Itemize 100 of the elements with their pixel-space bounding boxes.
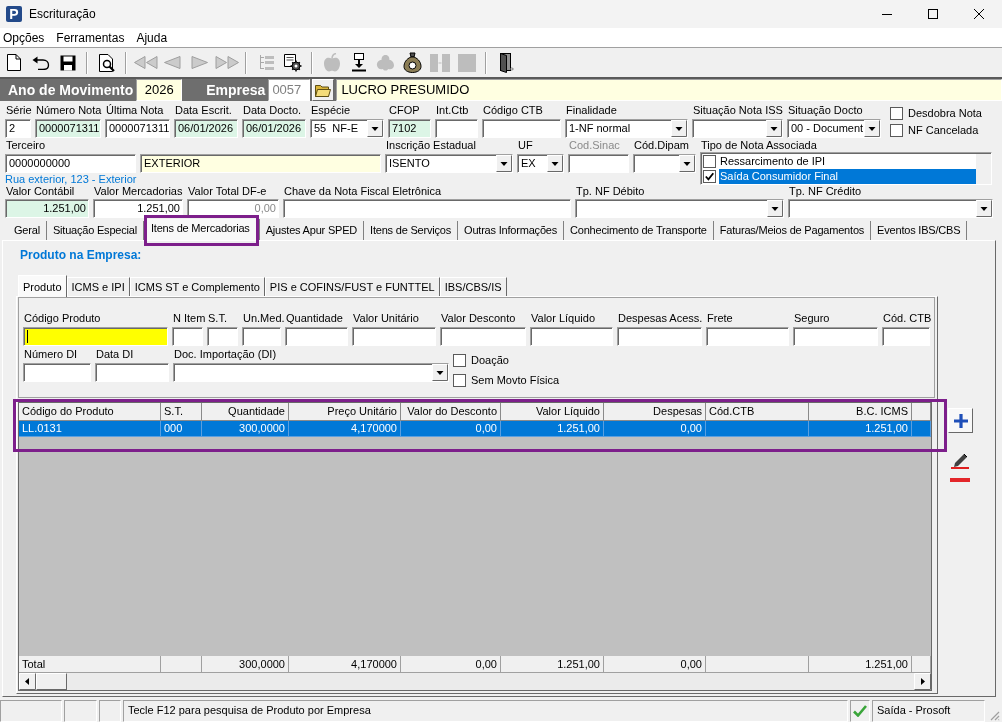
checkbox[interactable] [703,170,716,183]
resize-grip-icon[interactable] [988,709,1000,721]
dropdown[interactable]: EX [517,154,564,173]
exit-door-icon[interactable] [497,52,514,73]
tab[interactable]: Eventos IBS/CBS [871,221,968,240]
money-bag-icon[interactable] [403,52,422,73]
input-field[interactable]: 0000071311 [35,119,101,138]
tab[interactable]: Ajustes Apur SPED [259,221,365,240]
input-field[interactable] [435,119,478,138]
checkbox[interactable] [703,155,716,168]
checkbox-label: Sem Movto Física [471,374,560,387]
tab[interactable]: IBS/CBS/IS [439,277,507,296]
maximize-icon[interactable] [928,9,938,19]
input-field[interactable] [23,327,168,346]
input-field[interactable]: 1.251,00 [93,199,183,218]
caret-icon[interactable] [671,120,687,137]
tab[interactable]: ICMS ST e Complemento [129,277,265,296]
input-field[interactable] [95,363,169,382]
menu-item[interactable]: Ajuda [136,29,168,46]
tab[interactable]: Produto [18,275,67,297]
input-field[interactable] [283,199,571,218]
checkbox-label: NF Cancelada [908,124,979,137]
input-field[interactable]: 06/01/2026 [174,119,238,138]
close-icon[interactable] [974,9,984,19]
input-field[interactable]: EXTERIOR [140,154,381,173]
input-field[interactable] [882,327,930,346]
field-label: Inscrição Estadual [385,139,477,152]
input-field[interactable] [23,363,91,382]
pencil-icon[interactable] [950,451,970,469]
list-item[interactable]: Saída Consumidor Final [719,169,976,184]
input-field[interactable] [568,154,629,173]
input-field[interactable] [482,119,561,138]
save-icon[interactable] [59,54,76,71]
input-field[interactable]: 7102 [388,119,431,138]
input-field[interactable] [530,327,613,346]
tab[interactable]: Faturas/Meios de Pagamentos [713,221,872,240]
table-row[interactable]: LL.0131 000 300,0000 4,170000 0,00 1.251,00 0,00 1.251,00 [19,421,931,437]
input-field[interactable] [617,327,702,346]
input-field[interactable]: LUCRO PRESUMIDO [336,79,1002,101]
dropdown[interactable] [173,363,449,382]
dropdown[interactable]: ISENTO [385,154,513,173]
dropdown[interactable] [575,199,784,218]
table-cell: 300,0000 [202,421,289,437]
input-field[interactable]: 2026 [136,79,183,101]
caret-icon[interactable] [496,155,512,172]
caret-icon[interactable] [679,155,695,172]
input-field[interactable] [242,327,281,346]
input-field[interactable]: 0000000000 [5,154,136,173]
input-field[interactable]: 1.251,00 [5,199,89,218]
tab[interactable]: ICMS e IPI [66,277,130,296]
horizontal-scrollbar[interactable] [19,673,931,690]
caret-icon[interactable] [976,200,992,217]
caret-icon[interactable] [547,155,563,172]
input-field[interactable] [172,327,203,346]
address-text: Rua exterior, 123 - Exterior [5,173,137,185]
checkbox[interactable] [453,374,466,387]
input-field[interactable]: 06/01/2026 [242,119,306,138]
input-field[interactable] [352,327,436,346]
text-cursor-icon [27,330,28,343]
input-field[interactable] [440,327,526,346]
add-button[interactable] [948,408,973,433]
checkbox[interactable] [890,124,903,137]
document-magnifier-icon[interactable] [98,53,115,72]
dropdown[interactable]: 1-NF normal [565,119,688,138]
left-arrow-icon[interactable] [19,673,36,690]
caret-icon[interactable] [766,120,782,137]
tab[interactable]: Geral [8,221,47,240]
undo-icon[interactable] [31,55,50,70]
scrollbar-thumb[interactable] [36,673,67,690]
caret-icon[interactable] [367,120,383,137]
document-icon[interactable] [6,54,21,71]
dropdown[interactable] [788,199,993,218]
input-field[interactable] [285,327,348,346]
tab[interactable]: Outras Informações [458,221,565,240]
download-icon[interactable] [350,53,367,72]
input-field[interactable] [793,327,878,346]
input-field[interactable]: 0000071311 [105,119,170,138]
caret-icon[interactable] [432,364,448,381]
dropdown[interactable] [633,154,696,173]
field-label: Valor Total DF-e [187,185,268,198]
checkbox[interactable] [890,107,903,120]
gear-document-icon[interactable] [283,53,302,72]
input-field[interactable]: 2 [5,119,31,138]
tab[interactable]: Conhecimento de Transporte [564,221,714,240]
menu-item[interactable]: Ferramentas [56,29,125,46]
tab[interactable]: Itens de Serviços [364,221,459,240]
open-folder-button[interactable] [312,79,335,101]
dropdown[interactable]: 55 NF-E [310,119,384,138]
caret-icon[interactable] [767,200,783,217]
tab[interactable]: Situação Especial [46,221,144,240]
right-arrow-icon[interactable] [914,673,931,690]
checkbox[interactable] [453,354,466,367]
menu-item[interactable]: Opções [3,29,45,46]
input-field[interactable] [706,327,789,346]
caret-icon[interactable] [864,120,880,137]
tab[interactable]: PIS e COFINS/FUST e FUNTTEL [264,277,440,296]
dropdown[interactable]: 00 - Document [787,119,881,138]
input-field[interactable] [207,327,238,346]
checkmark-icon [705,172,714,181]
dropdown[interactable] [692,119,783,138]
